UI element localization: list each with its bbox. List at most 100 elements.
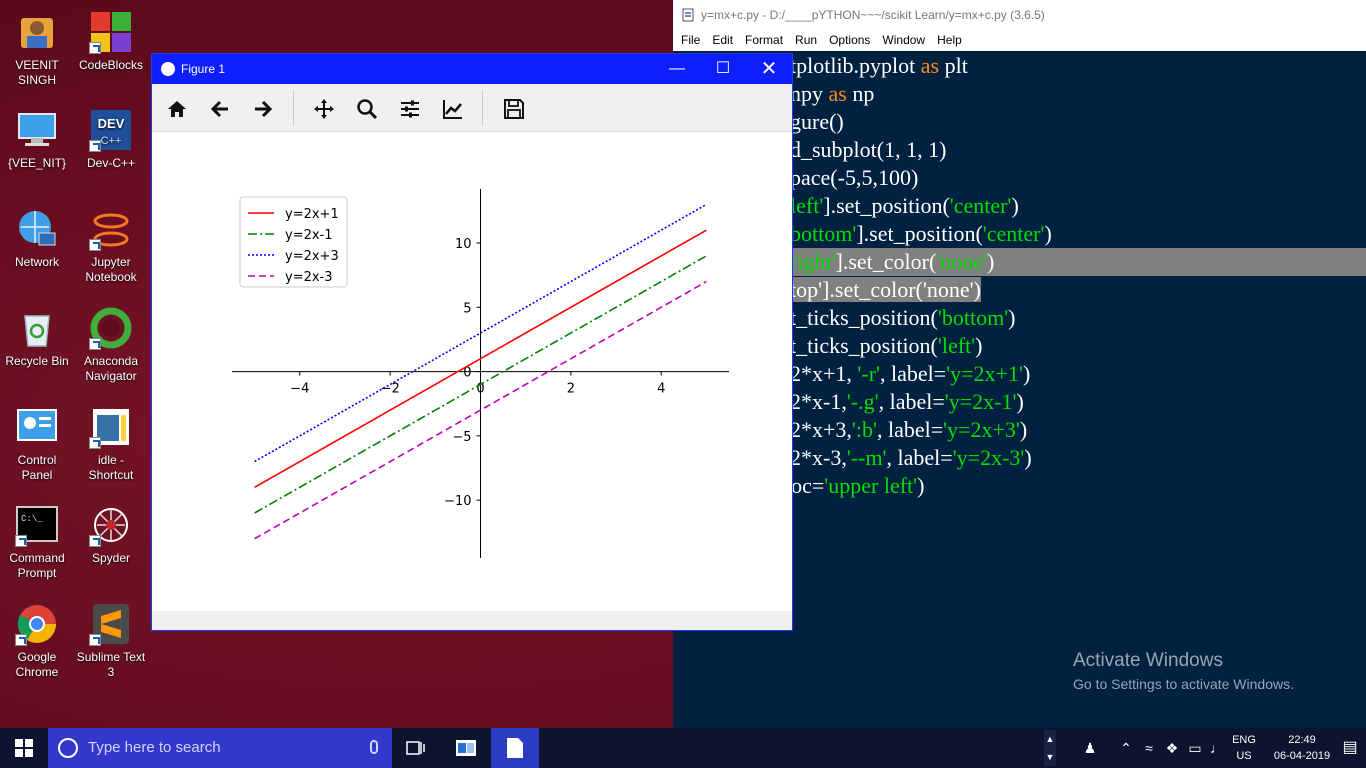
pan-icon (314, 99, 334, 119)
code-line-text: pace(-5,5,100) (790, 165, 918, 190)
code-string: 'y=2x+3' (943, 417, 1020, 442)
code-token: plt (939, 53, 968, 78)
taskbar-app-document[interactable] (491, 728, 539, 768)
desktop-icon-jupyter[interactable]: Jupyter Notebook (75, 207, 147, 285)
desktop-icon-sublime[interactable]: Sublime Text 3 (75, 602, 147, 680)
code-line-text: right'].set_color('none') (790, 249, 994, 274)
shortcut-arrow-icon (89, 140, 101, 152)
desktop-icon-recycle-bin[interactable]: Recycle Bin (1, 306, 73, 369)
desktop-icon-cmd[interactable]: C:\_ Command Prompt (1, 503, 73, 581)
notification-icon[interactable]: ▤ (1342, 740, 1358, 756)
menu-item-edit[interactable]: Edit (710, 30, 739, 51)
shortcut-arrow-icon (89, 535, 101, 547)
code-token: 2*x-1, (790, 389, 847, 414)
desktop-icon-label: CodeBlocks (78, 58, 144, 72)
code-token: ) (987, 249, 995, 274)
maximize-button[interactable]: ☐ (700, 54, 746, 84)
home-button[interactable] (162, 94, 192, 124)
desktop-icon-codeblocks[interactable]: CodeBlocks (75, 10, 147, 73)
desktop-icon-chrome[interactable]: Google Chrome (1, 602, 73, 680)
menu-item-file[interactable]: File (679, 30, 706, 51)
taskbar-search-box[interactable]: Type here to search (48, 728, 392, 768)
code-token: ) (1044, 221, 1052, 246)
menu-item-run[interactable]: Run (793, 30, 823, 51)
window-app-icon (456, 740, 476, 756)
dropbox-icon[interactable]: ❖ (1164, 740, 1180, 756)
desktop-icon-network[interactable]: Network (1, 207, 73, 270)
home-icon (168, 101, 186, 117)
menu-item-help[interactable]: Help (935, 30, 968, 51)
desktop-icon-label: Sublime Text 3 (76, 650, 146, 679)
tray-scroll-buttons[interactable]: ▲ ▼ (1044, 730, 1056, 766)
desktop-icon-spyder[interactable]: Spyder (75, 503, 147, 566)
chevron-up-icon[interactable]: ⌃ (1118, 740, 1134, 756)
desktop-icon-computer[interactable]: {VEE_NIT} (1, 108, 73, 171)
desktop-icon-label: Command Prompt (9, 551, 65, 580)
desktop-icon-label: {VEE_NIT} (7, 156, 67, 170)
menu-item-window[interactable]: Window (880, 30, 931, 51)
clock[interactable]: 22:49 06-04-2019 (1264, 732, 1340, 764)
code-token: ) (1024, 445, 1032, 470)
desktop-icon-anaconda[interactable]: Anaconda Navigator (75, 306, 147, 384)
figure-status-bar (152, 611, 792, 630)
back-button[interactable] (205, 94, 235, 124)
close-button[interactable]: ✕ (746, 54, 792, 84)
menu-item-options[interactable]: Options (827, 30, 876, 51)
code-line-text: 2*x-3,'--m', label='y=2x-3') (790, 445, 1032, 470)
taskbar-app-explorer[interactable] (442, 728, 490, 768)
code-line-text: npy as np (790, 81, 874, 106)
code-token: ) (1016, 389, 1024, 414)
minimize-button[interactable]: — (654, 54, 700, 84)
configure-subplots-button[interactable] (395, 94, 425, 124)
figure-title-bar[interactable]: Figure 1 — ☐ ✕ (152, 54, 792, 84)
task-view-button[interactable] (392, 728, 440, 768)
volume-icon[interactable]: ♩ (1209, 740, 1225, 756)
figure-toolbar (152, 84, 792, 132)
desktop-icon-user-folder[interactable]: VEENIT SINGH (1, 10, 73, 88)
people-icon[interactable]: ♟ (1082, 740, 1098, 756)
idle-menu-bar: File Edit Format Run Options Window Help (673, 30, 1366, 51)
shortcut-arrow-icon (89, 338, 101, 350)
microphone-icon[interactable] (370, 740, 378, 754)
line-chart: −4 −2 0 2 4−10−50510y=2x+1y=2x-1y=2x+3y=2x-3 (232, 189, 729, 558)
zoom-button[interactable] (352, 94, 382, 124)
forward-button[interactable] (248, 94, 278, 124)
shortcut-arrow-icon (89, 42, 101, 54)
anaconda-icon (89, 306, 133, 350)
network-icon (15, 207, 59, 251)
edit-axis-button[interactable] (438, 94, 468, 124)
shortcut-arrow-icon (89, 239, 101, 251)
code-string: 'center' (949, 193, 1012, 218)
y-tick-label: −10 (444, 494, 471, 509)
desktop-icon-idle[interactable]: idle - Shortcut (75, 405, 147, 483)
code-token: ) (1019, 417, 1028, 442)
code-line-text: top'].set_color('none') (790, 277, 981, 302)
battery-icon[interactable]: ▭ (1187, 740, 1203, 756)
code-token: 2*x-3, (790, 445, 847, 470)
start-button[interactable] (0, 728, 48, 768)
pan-button[interactable] (309, 94, 339, 124)
plot-canvas[interactable]: −4 −2 0 2 4 −10 −5 0 5 10 y=2x+1 y=2x-1 y=2x+3 y=2x-3 (152, 133, 792, 611)
save-button[interactable] (499, 94, 529, 124)
desktop-icon-devcpp[interactable]: DEV C++ Dev-C++ (75, 108, 147, 171)
toolbar-separator (293, 90, 294, 126)
back-arrow-icon (210, 100, 228, 118)
desktop-icon-label: Network (14, 255, 59, 269)
y-tick-label: −5 (452, 430, 471, 445)
code-string: 'y=2x+1' (946, 361, 1023, 386)
idle-title-bar[interactable]: y=mx+c.py - D:/____pYTHON~~~/scikit Lear… (673, 0, 1366, 30)
code-token: t_ticks_position( (790, 333, 938, 358)
menu-item-format[interactable]: Format (743, 30, 789, 51)
code-string: right' (790, 249, 836, 274)
wifi-icon[interactable]: ≈ (1141, 740, 1157, 756)
code-token: np (846, 81, 875, 106)
desktop-icon-control-panel[interactable]: Control Panel (1, 405, 73, 483)
code-token: npy (790, 81, 829, 106)
code-token: tplotlib.pyplot (790, 53, 921, 78)
code-string: 'upper left' (824, 473, 918, 498)
cortana-icon (58, 738, 78, 758)
language-indicator[interactable]: ENG US (1232, 732, 1256, 764)
code-line-text: 2*x+1, '-r', label='y=2x+1') (790, 361, 1030, 386)
shortcut-arrow-icon (89, 634, 101, 646)
windows-logo-icon (15, 739, 33, 757)
